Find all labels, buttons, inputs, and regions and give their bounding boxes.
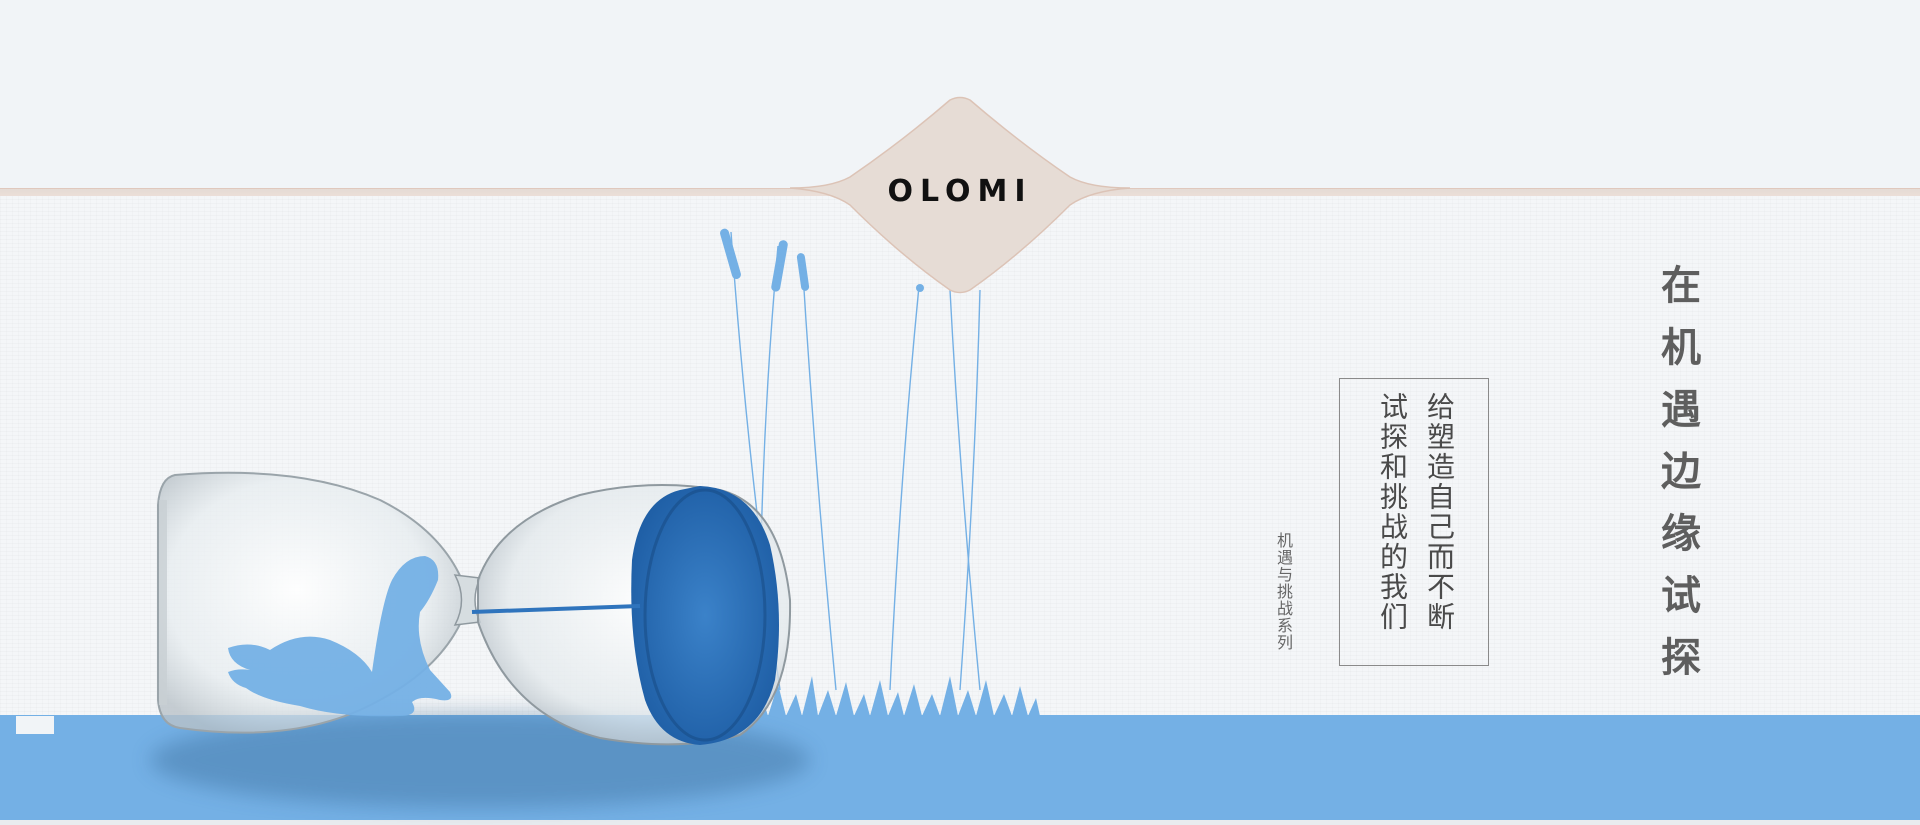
banner: OLOMI 机遇与挑战系列 给塑造自己而不断 试探和挑战的我们 在机遇边缘试探 (0, 0, 1920, 825)
quote-line-1: 给塑造自己而不断 (1423, 392, 1456, 632)
series-label: 机遇与挑战系列 (1274, 532, 1293, 651)
quote-line-2: 试探和挑战的我们 (1376, 392, 1409, 632)
brand-logo[interactable]: OLOMI (880, 174, 1040, 209)
quote-frame (1339, 378, 1489, 666)
hourglass-sand (631, 486, 779, 745)
headline: 在机遇边缘试探 (1654, 264, 1700, 698)
